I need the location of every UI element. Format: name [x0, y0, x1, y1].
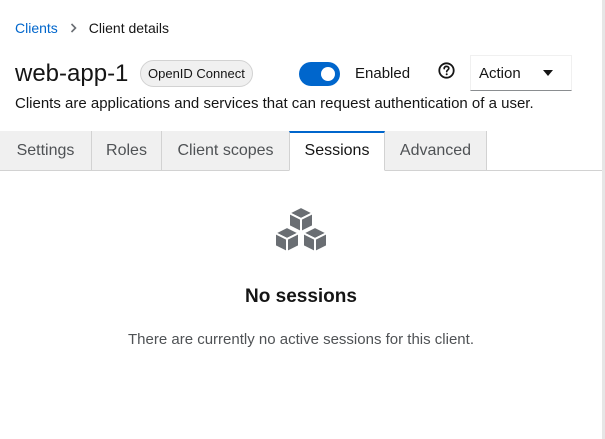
breadcrumb: Clients Client details — [15, 19, 169, 37]
chevron-right-icon — [70, 23, 77, 33]
tab-advanced[interactable]: Advanced — [385, 131, 487, 171]
tab-roles[interactable]: Roles — [92, 131, 162, 171]
tab-sessions[interactable]: Sessions — [289, 131, 385, 171]
protocol-badge: OpenID Connect — [140, 60, 253, 87]
empty-state-title: No sessions — [245, 286, 357, 307]
help-icon[interactable] — [438, 62, 455, 79]
client-details-page: Clients Client details web-app-1 OpenID … — [0, 0, 605, 439]
page-header: web-app-1 OpenID Connect Enabled Action — [15, 55, 605, 92]
page-description: Clients are applications and services th… — [15, 95, 534, 112]
empty-state: No sessions There are currently no activ… — [0, 172, 605, 439]
breadcrumb-clients-link[interactable]: Clients — [15, 19, 58, 37]
cubes-icon — [272, 205, 330, 257]
action-dropdown[interactable]: Action — [470, 55, 572, 91]
enabled-toggle[interactable] — [299, 62, 340, 86]
action-dropdown-label: Action — [479, 65, 521, 82]
empty-state-body: There are currently no active sessions f… — [128, 331, 474, 348]
caret-down-icon — [543, 70, 553, 76]
client-tabs: Settings Roles Client scopes Sessions Ad… — [0, 131, 605, 171]
page-title: web-app-1 — [15, 60, 129, 87]
tab-client-scopes[interactable]: Client scopes — [162, 131, 290, 171]
enabled-label: Enabled — [355, 65, 411, 82]
toggle-knob — [321, 67, 335, 81]
tab-settings[interactable]: Settings — [0, 131, 92, 171]
breadcrumb-current: Client details — [88, 20, 169, 36]
